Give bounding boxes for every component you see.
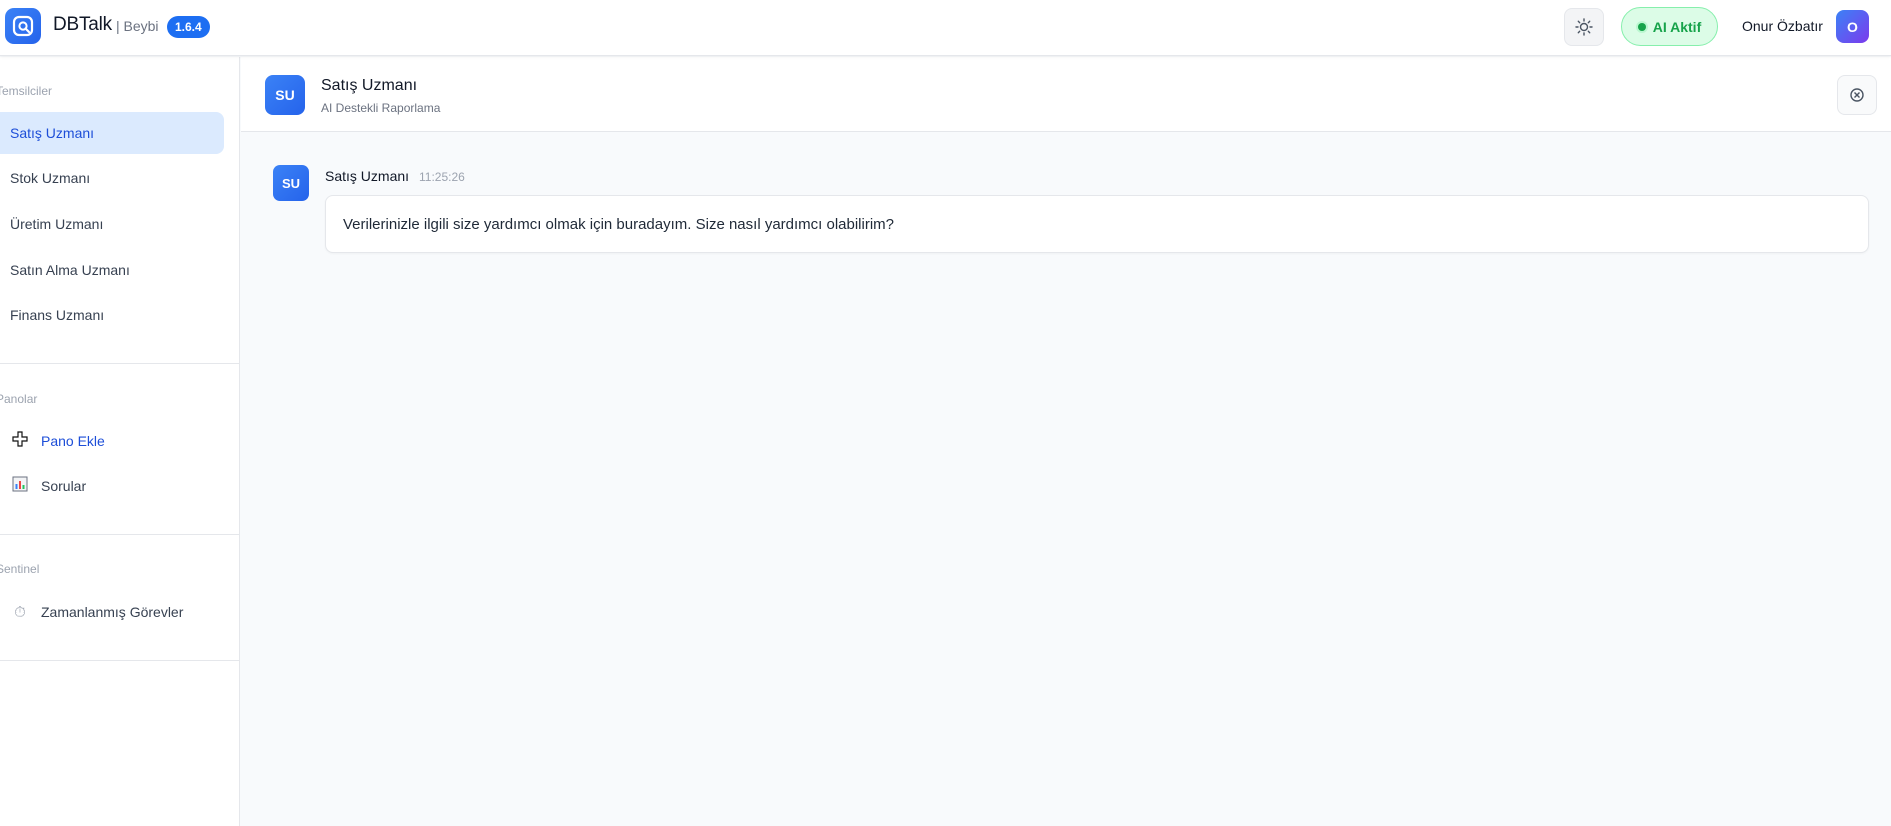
sidebar-item-label: Sorular xyxy=(41,478,87,494)
agent-name: Satış Uzmanı xyxy=(321,77,418,94)
sidebar-item-stock-expert[interactable]: Stok Uzmanı xyxy=(0,157,224,199)
sidebar-item-label: Finans Uzmanı xyxy=(10,307,105,323)
section-title-sentinel: Sentinel xyxy=(0,562,40,576)
message-timestamp: 11:25:26 xyxy=(419,170,465,184)
version-badge: 1.6.4 xyxy=(167,16,210,38)
sidebar-item-label: Satın Alma Uzmanı xyxy=(10,262,130,278)
section-title-boards: Panolar xyxy=(0,392,38,406)
ai-status-label: AI Aktif xyxy=(1652,18,1702,35)
app-logo[interactable] xyxy=(5,8,41,44)
agent-avatar: SU xyxy=(265,75,305,115)
message-bubble: Verilerinizle ilgili size yardımcı olmak… xyxy=(325,195,1869,253)
sidebar-item-label: Üretim Uzmanı xyxy=(10,216,104,232)
sidebar-divider xyxy=(0,660,239,661)
sidebar-divider xyxy=(0,534,239,535)
sidebar-item-label: Zamanlanmış Görevler xyxy=(41,604,184,620)
clear-chat-button[interactable] xyxy=(1837,75,1877,115)
sidebar-item-purchasing-expert[interactable]: Satın Alma Uzmanı xyxy=(0,249,224,291)
ai-status-badge[interactable]: AI Aktif xyxy=(1621,7,1718,46)
message-text: Verilerinizle ilgili size yardımcı olmak… xyxy=(343,216,895,233)
section-title-agents: Temsilciler xyxy=(0,84,53,98)
sidebar-item-questions[interactable]: Sorular xyxy=(0,466,224,506)
sun-icon xyxy=(1575,18,1593,36)
sidebar-divider xyxy=(0,363,239,364)
sidebar-item-label: Pano Ekle xyxy=(41,433,105,449)
close-circle-icon xyxy=(1850,88,1864,102)
sidebar-item-scheduled-tasks[interactable]: ⏱ Zamanlanmış Görevler xyxy=(0,592,224,632)
app-name: DBTalk xyxy=(53,14,112,35)
status-dot-icon xyxy=(1637,22,1646,31)
app-subtitle: | Beybi xyxy=(116,18,159,34)
message-avatar: SU xyxy=(273,165,309,201)
sidebar: Temsilciler Satış Uzmanı Stok Uzmanı Üre… xyxy=(0,57,240,826)
logo-icon xyxy=(12,15,34,37)
sidebar-item-finance-expert[interactable]: Finans Uzmanı xyxy=(0,294,224,336)
sidebar-item-label: Satış Uzmanı xyxy=(10,125,95,141)
top-bar: DBTalk | Beybi 1.6.4 AI Aktif Onur Özbat… xyxy=(0,0,1891,56)
sidebar-item-label: Stok Uzmanı xyxy=(10,170,91,186)
sidebar-item-production-expert[interactable]: Üretim Uzmanı xyxy=(0,203,224,245)
bar-chart-icon xyxy=(11,476,29,496)
sidebar-item-add-board[interactable]: Pano Ekle xyxy=(0,421,224,461)
agent-header: SU Satış Uzmanı AI Destekli Raporlama xyxy=(241,57,1891,132)
plus-icon xyxy=(11,431,29,451)
message-sender: Satış Uzmanı xyxy=(325,168,410,184)
theme-toggle-button[interactable] xyxy=(1564,8,1604,46)
stopwatch-icon: ⏱ xyxy=(14,603,26,621)
user-avatar[interactable]: O xyxy=(1836,10,1869,43)
user-name[interactable]: Onur Özbatır xyxy=(1742,18,1823,34)
agent-subtitle: AI Destekli Raporlama xyxy=(321,101,441,115)
sidebar-item-sales-expert[interactable]: Satış Uzmanı xyxy=(0,112,224,154)
